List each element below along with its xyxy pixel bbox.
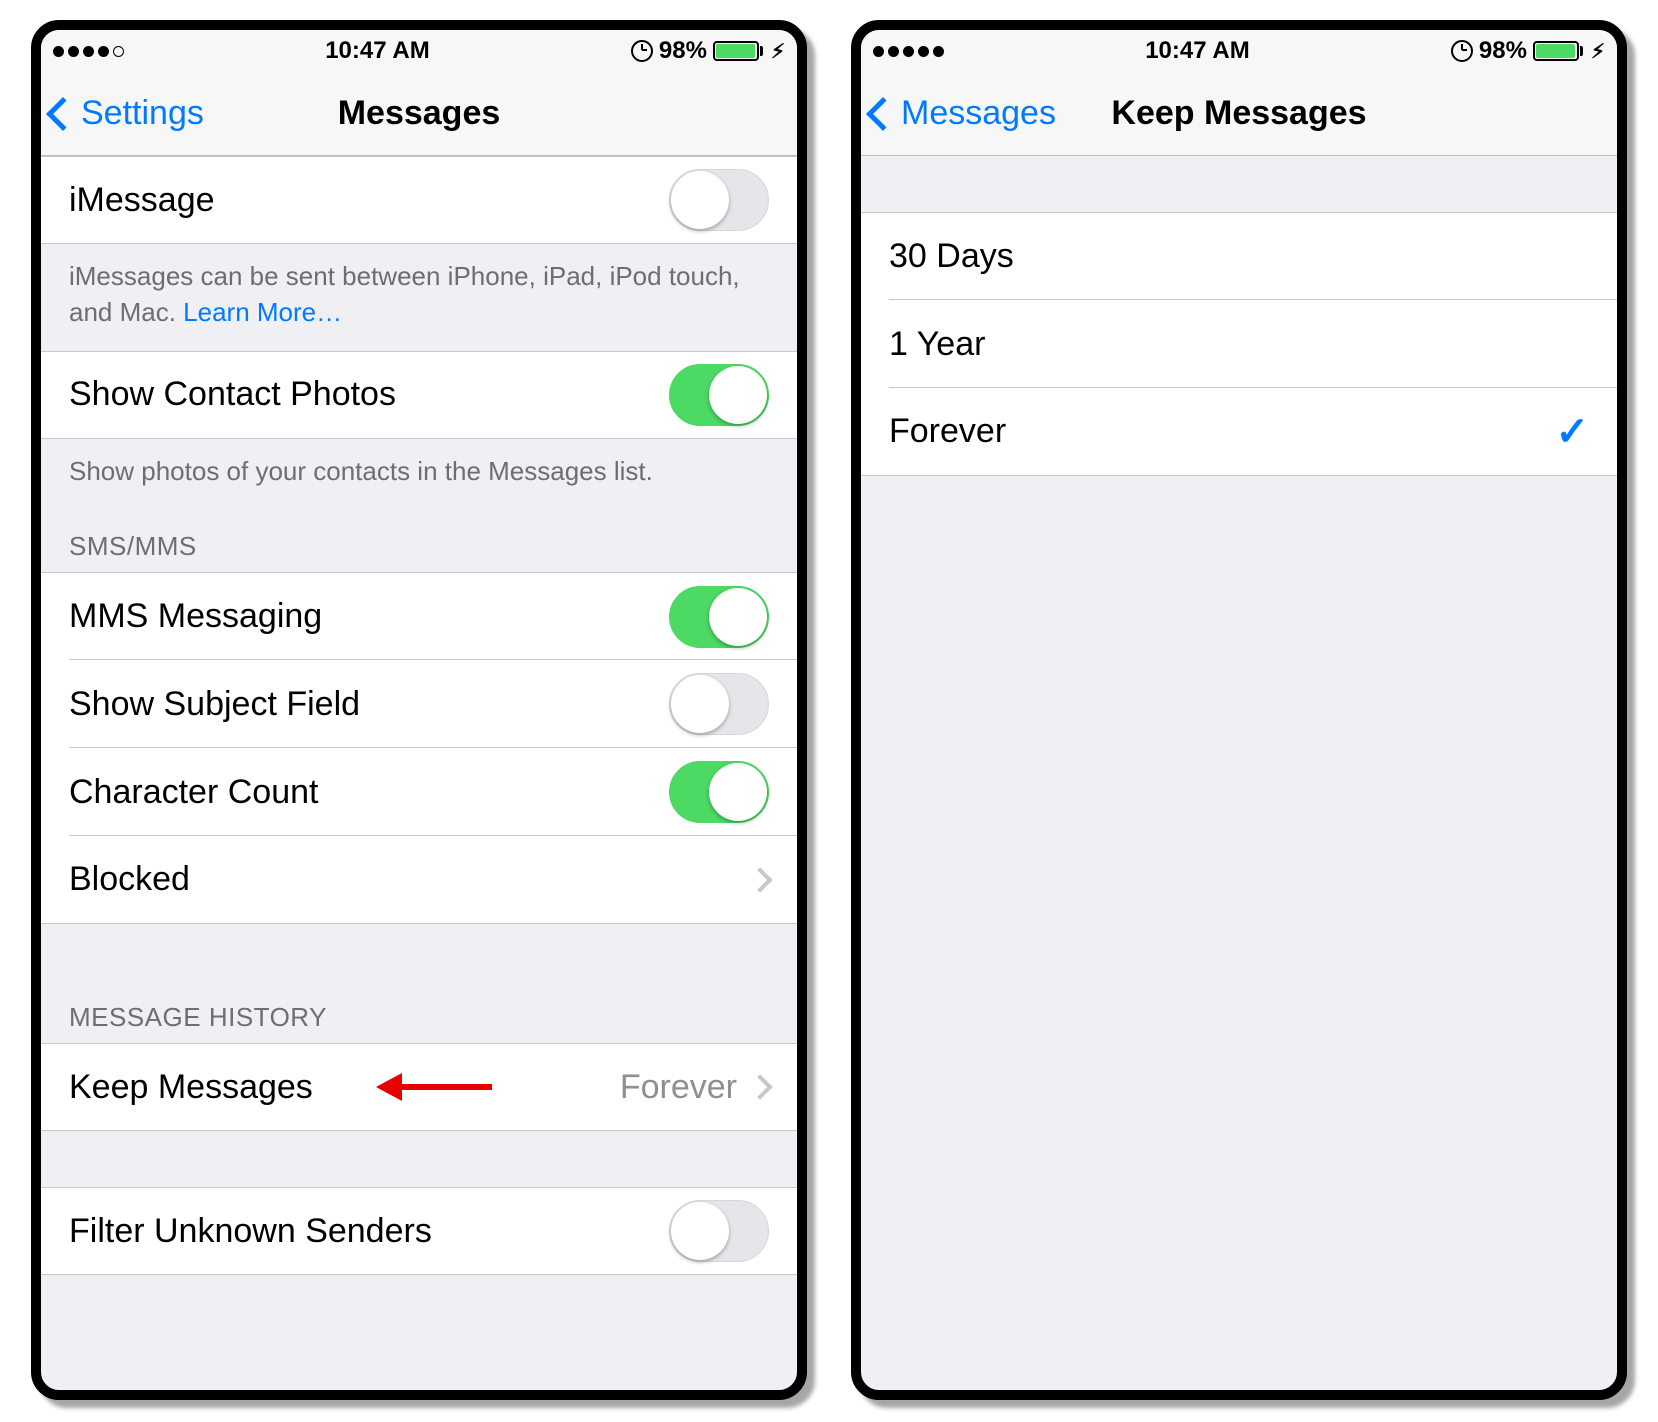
battery-percent: 98% [659,37,707,65]
charging-icon: ⚡︎ [771,39,785,64]
phone-left: 10:47 AM 98% ⚡︎ Settings Messages iMessa… [31,20,807,1400]
cell-blocked[interactable]: Blocked [41,836,797,924]
cell-subject-field[interactable]: Show Subject Field [41,660,797,748]
option-1-year[interactable]: 1 Year [861,300,1617,388]
checkmark-icon: ✓ [1555,409,1589,455]
settings-content: iMessage iMessages can be sent between i… [41,156,797,1390]
toggle-filter-unknown[interactable] [669,1200,769,1262]
back-label: Messages [901,94,1056,133]
cell-label: iMessage [69,181,215,220]
cell-keep-messages[interactable]: Keep Messages Forever [41,1043,797,1131]
cell-label: Show Contact Photos [69,375,396,414]
cell-filter-unknown[interactable]: Filter Unknown Senders [41,1187,797,1275]
signal-dots-icon [53,46,124,57]
battery-icon [1533,41,1583,61]
chevron-right-icon [747,867,772,892]
option-30-days[interactable]: 30 Days [861,212,1617,300]
contact-photos-footer: Show photos of your contacts in the Mess… [41,439,797,509]
battery-percent: 98% [1479,37,1527,65]
imessage-footer: iMessages can be sent between iPhone, iP… [41,244,797,351]
sms-header: SMS/MMS [41,509,797,572]
signal-dots-icon [873,46,944,57]
nav-bar: Messages Keep Messages [861,72,1617,156]
toggle-character-count[interactable] [669,761,769,823]
nav-bar: Settings Messages [41,72,797,156]
history-header: MESSAGE HISTORY [41,980,797,1043]
cell-label: Show Subject Field [69,685,360,724]
annotation-arrow-icon [376,1073,492,1101]
status-time: 10:47 AM [325,37,429,65]
alarm-icon [631,40,653,62]
cell-imessage[interactable]: iMessage [41,156,797,244]
back-label: Settings [81,94,204,133]
alarm-icon [1451,40,1473,62]
cell-mms[interactable]: MMS Messaging [41,572,797,660]
status-bar: 10:47 AM 98% ⚡︎ [861,30,1617,72]
toggle-mms[interactable] [669,586,769,648]
toggle-imessage[interactable] [669,169,769,231]
status-time: 10:47 AM [1145,37,1249,65]
cell-label: Keep Messages [69,1068,313,1107]
charging-icon: ⚡︎ [1591,39,1605,64]
back-button[interactable]: Settings [51,94,204,133]
back-button[interactable]: Messages [871,94,1056,133]
toggle-subject-field[interactable] [669,673,769,735]
option-label: 1 Year [889,325,985,364]
option-forever[interactable]: Forever ✓ [861,388,1617,476]
battery-icon [713,41,763,61]
cell-label: MMS Messaging [69,597,322,636]
cell-character-count[interactable]: Character Count [41,748,797,836]
cell-contact-photos[interactable]: Show Contact Photos [41,351,797,439]
chevron-right-icon [747,1074,772,1099]
cell-label: Filter Unknown Senders [69,1212,432,1251]
chevron-left-icon [46,97,80,131]
toggle-contact-photos[interactable] [669,364,769,426]
option-label: Forever [889,412,1006,451]
chevron-left-icon [866,97,900,131]
phone-right: 10:47 AM 98% ⚡︎ Messages Keep Messages 3… [851,20,1627,1400]
option-label: 30 Days [889,237,1014,276]
keep-messages-content: 30 Days 1 Year Forever ✓ [861,156,1617,1390]
cell-label: Blocked [69,860,190,899]
status-bar: 10:47 AM 98% ⚡︎ [41,30,797,72]
cell-label: Character Count [69,773,318,812]
learn-more-link[interactable]: Learn More… [183,297,342,327]
keep-messages-value: Forever [620,1068,737,1107]
